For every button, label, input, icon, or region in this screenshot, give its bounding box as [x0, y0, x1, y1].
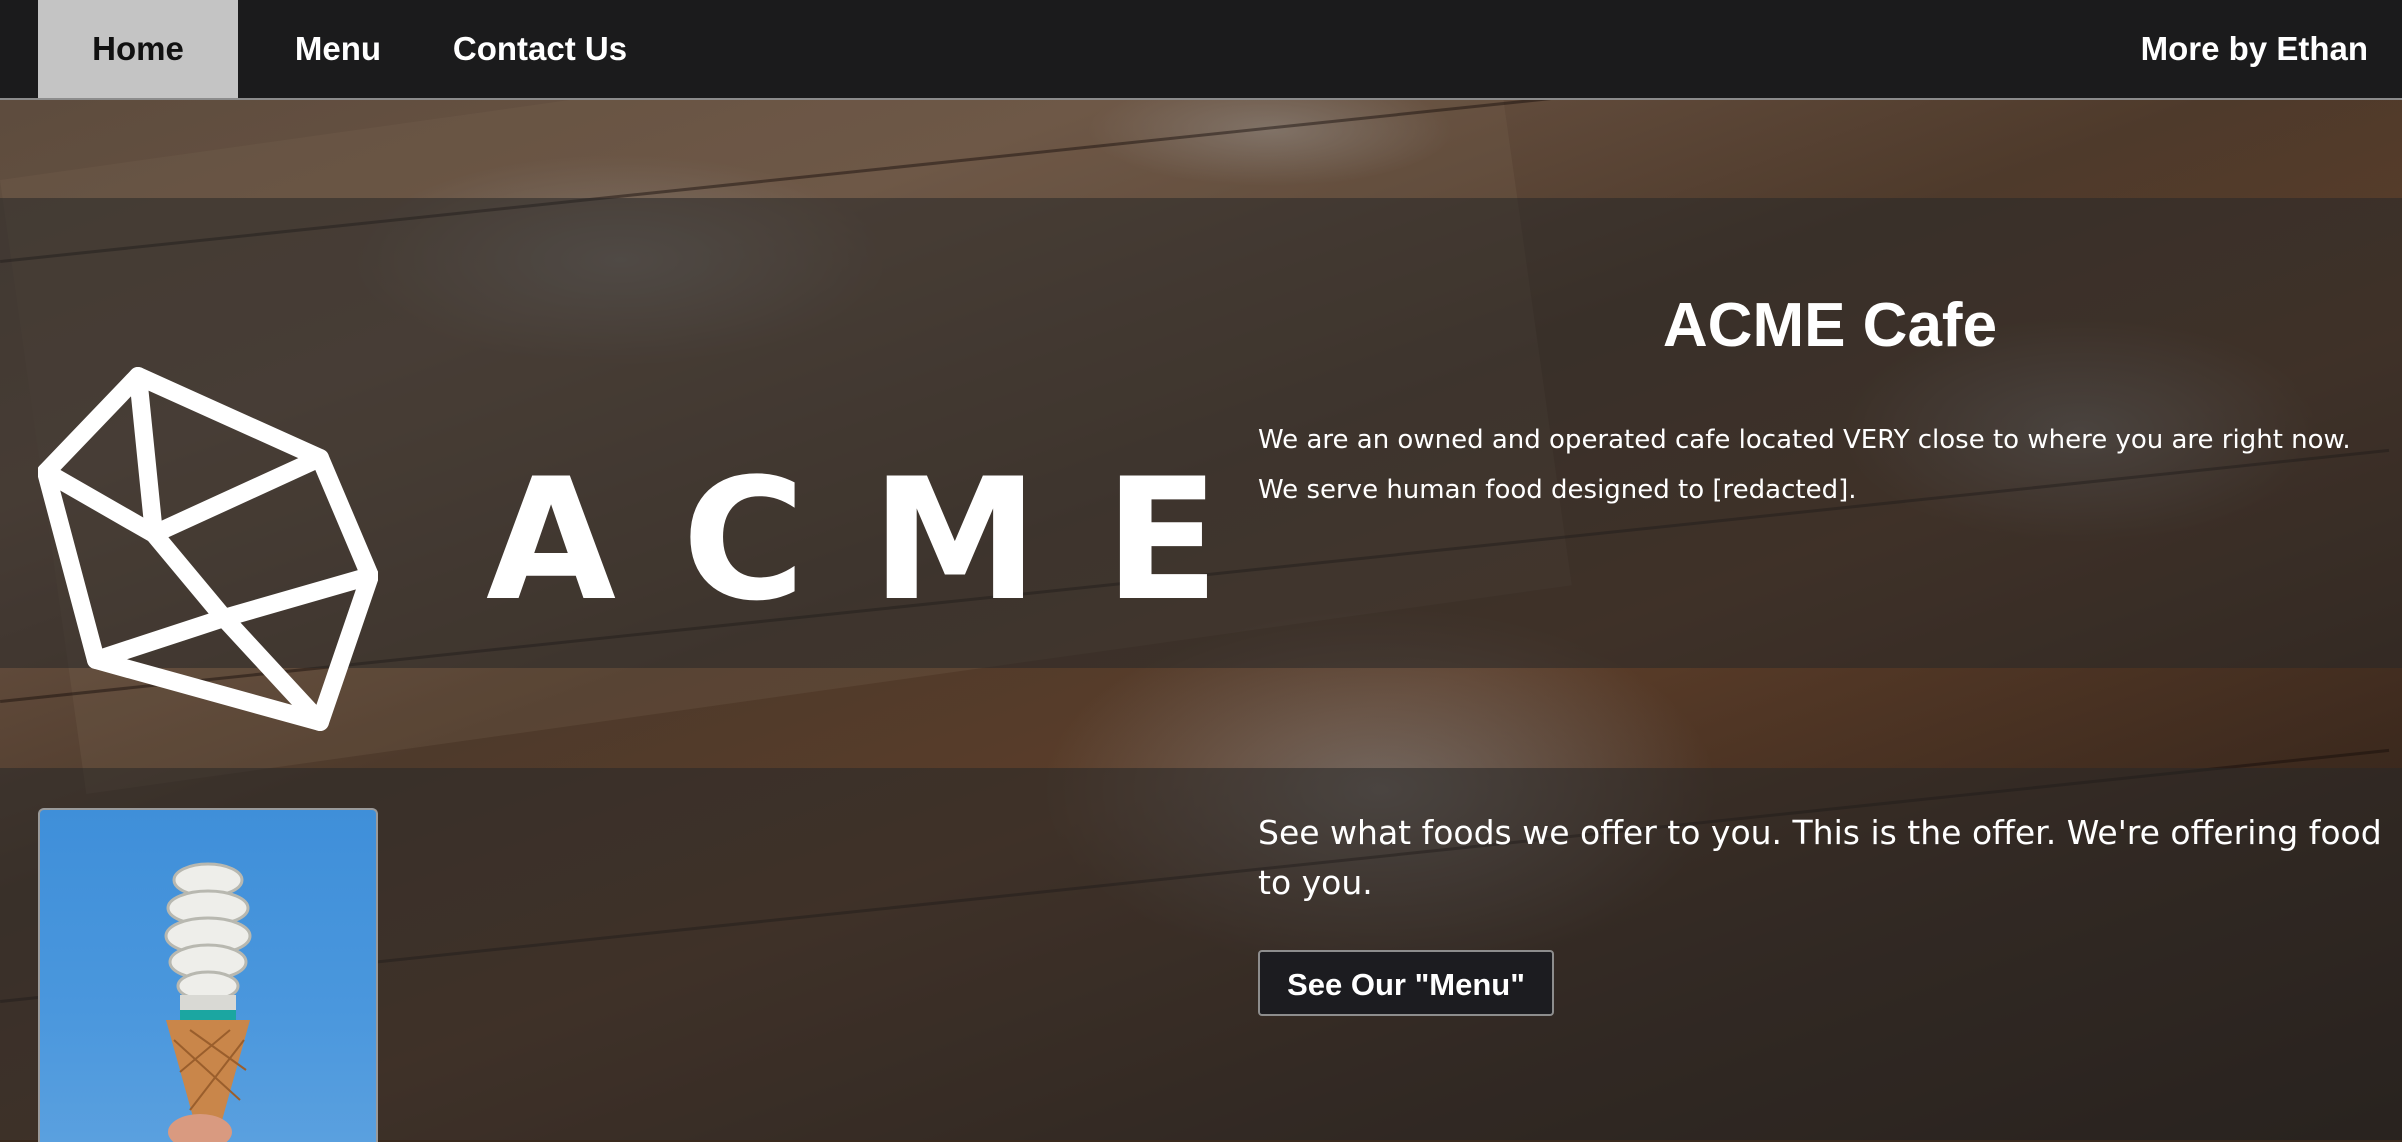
acme-wordmark: ACME [486, 442, 1286, 638]
nav-menu[interactable]: Menu [278, 0, 398, 98]
nav-more-by-ethan[interactable]: More by Ethan [2128, 0, 2368, 98]
nav-contact-us[interactable]: Contact Us [445, 0, 635, 98]
nav-home[interactable]: Home [38, 0, 238, 98]
see-menu-button[interactable]: See Our "Menu" [1258, 950, 1554, 1016]
lightbulb-ice-cream-image [38, 808, 378, 1142]
cafe-description: We are an owned and operated cafe locate… [1258, 425, 2351, 505]
lightbulb-cone-illustration [164, 862, 252, 1142]
offer-description: See what foods we offer to you. This is … [1258, 813, 2382, 902]
acme-cube-logo-icon [38, 367, 378, 731]
page-title: ACME Cafe [1662, 291, 1998, 360]
top-navbar: Home Menu Contact Us More by Ethan [0, 0, 2402, 100]
